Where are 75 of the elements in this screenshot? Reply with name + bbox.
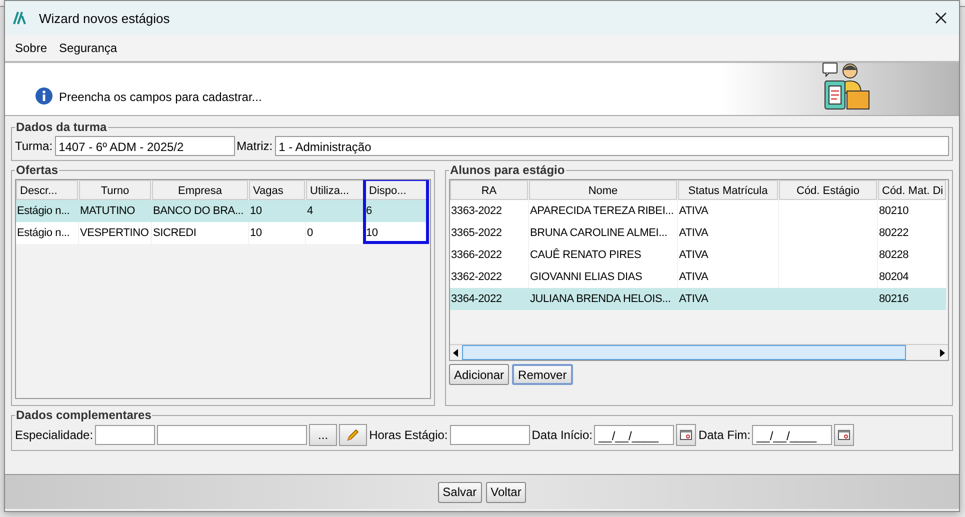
- pencil-button[interactable]: [339, 424, 368, 446]
- input-field[interactable]: 1407 - 6º ADM - 2025/2: [54, 136, 235, 156]
- field-label: Especialidade:: [15, 428, 94, 442]
- column-header[interactable]: Vagas: [249, 180, 305, 200]
- table-cell: 0: [306, 222, 364, 244]
- column-header[interactable]: Nome: [529, 180, 677, 200]
- table-cell: Estágio n...: [16, 222, 78, 244]
- calendar-icon: [838, 430, 850, 440]
- logo-icon: [13, 11, 29, 25]
- column-header[interactable]: Cód. Mat. Di: [878, 180, 946, 200]
- table-cell: APARECIDA TEREZA RIBEI...: [529, 200, 677, 222]
- table-cell: 10: [249, 222, 305, 244]
- table-row[interactable]: Estágio n... MATUTINO BANCO DO BRA... 10 4 6: [16, 200, 429, 222]
- input-field[interactable]: 1 - Administração: [274, 136, 949, 156]
- field-label: Horas Estágio:: [369, 428, 448, 442]
- table-row[interactable]: Estágio n... VESPERTINO SICREDI 10 0 10: [16, 222, 429, 244]
- calendar-button[interactable]: [834, 424, 854, 446]
- table-cell: 3363-2022: [450, 200, 528, 222]
- table-cell: ATIVA: [678, 222, 778, 244]
- input-field[interactable]: [450, 425, 530, 445]
- table-row[interactable]: 3365-2022 BRUNA CAROLINE ALMEI... ATIVA 80222: [450, 222, 946, 244]
- table-cell: 80222: [878, 222, 946, 244]
- table-cell: ATIVA: [678, 266, 778, 288]
- column-header[interactable]: Empresa: [152, 180, 248, 200]
- action-button[interactable]: Remover: [512, 364, 573, 385]
- table-cell: ATIVA: [678, 200, 778, 222]
- table-cell: 3366-2022: [450, 244, 528, 266]
- table-row[interactable]: 3362-2022 GIOVANNI ELIAS DIAS ATIVA 80204: [450, 266, 946, 288]
- footer-button[interactable]: Voltar: [486, 482, 526, 502]
- pencil-icon: [346, 428, 360, 442]
- table-row[interactable]: 3364-2022 JULIANA BRENDA HELOIS... ATIVA 80216: [450, 288, 946, 310]
- table-cell: VESPERTINO: [79, 222, 151, 244]
- group-title: Ofertas: [15, 163, 60, 177]
- window-title: Wizard novos estágios: [39, 10, 171, 26]
- table-row[interactable]: 3366-2022 CAUÊ RENATO PIRES ATIVA 80228: [450, 244, 946, 266]
- table-cell: 3362-2022: [450, 266, 528, 288]
- column-header[interactable]: Utiliza...: [306, 180, 364, 200]
- table-cell: BRUNA CAROLINE ALMEI...: [529, 222, 677, 244]
- close-icon[interactable]: [935, 12, 947, 24]
- table-row[interactable]: 3363-2022 APARECIDA TEREZA RIBEI... ATIVA 80210: [450, 200, 946, 222]
- group-title: Alunos para estágio: [449, 163, 566, 177]
- field-label: Turma:: [15, 139, 53, 153]
- table-cell: 80210: [878, 200, 946, 222]
- group-title: Dados complementares: [15, 408, 152, 422]
- column-header[interactable]: Turno: [79, 180, 151, 200]
- horizontal-scrollbar[interactable]: [450, 344, 948, 360]
- scroll-thumb[interactable]: [462, 345, 906, 360]
- column-header[interactable]: Status Matrícula: [678, 180, 778, 200]
- menu-item[interactable]: Segurança: [53, 41, 124, 55]
- table-cell: ATIVA: [678, 244, 778, 266]
- calendar-icon: [680, 430, 692, 440]
- action-button[interactable]: Adicionar: [449, 364, 510, 385]
- column-header[interactable]: RA: [450, 180, 528, 200]
- info-icon: [35, 87, 53, 105]
- field-label: Data Fim:: [698, 428, 750, 442]
- column-header[interactable]: Descr...: [16, 180, 78, 200]
- field-label: Data Início:: [532, 428, 592, 442]
- field-label: Matriz:: [236, 139, 273, 153]
- date-field[interactable]: __/__/____: [594, 425, 674, 445]
- input-field[interactable]: [157, 425, 308, 445]
- table-cell: 80228: [878, 244, 946, 266]
- table-cell: GIOVANNI ELIAS DIAS: [529, 266, 677, 288]
- group-title: Dados da turma: [15, 120, 108, 134]
- menu-item[interactable]: Sobre: [9, 41, 54, 55]
- input-field[interactable]: [95, 425, 156, 445]
- calendar-button[interactable]: [676, 424, 696, 446]
- footer-button[interactable]: Salvar: [438, 482, 482, 502]
- table-cell: 3365-2022: [450, 222, 528, 244]
- table-cell: SICREDI: [152, 222, 248, 244]
- table-cell: CAUÊ RENATO PIRES: [529, 244, 677, 266]
- date-field[interactable]: __/__/____: [752, 425, 832, 445]
- browse-button[interactable]: ...: [309, 424, 338, 446]
- table-cell: 80204: [878, 266, 946, 288]
- column-header[interactable]: Cód. Estágio: [779, 180, 877, 200]
- info-message: Preencha os campos para cadastrar...: [59, 90, 263, 104]
